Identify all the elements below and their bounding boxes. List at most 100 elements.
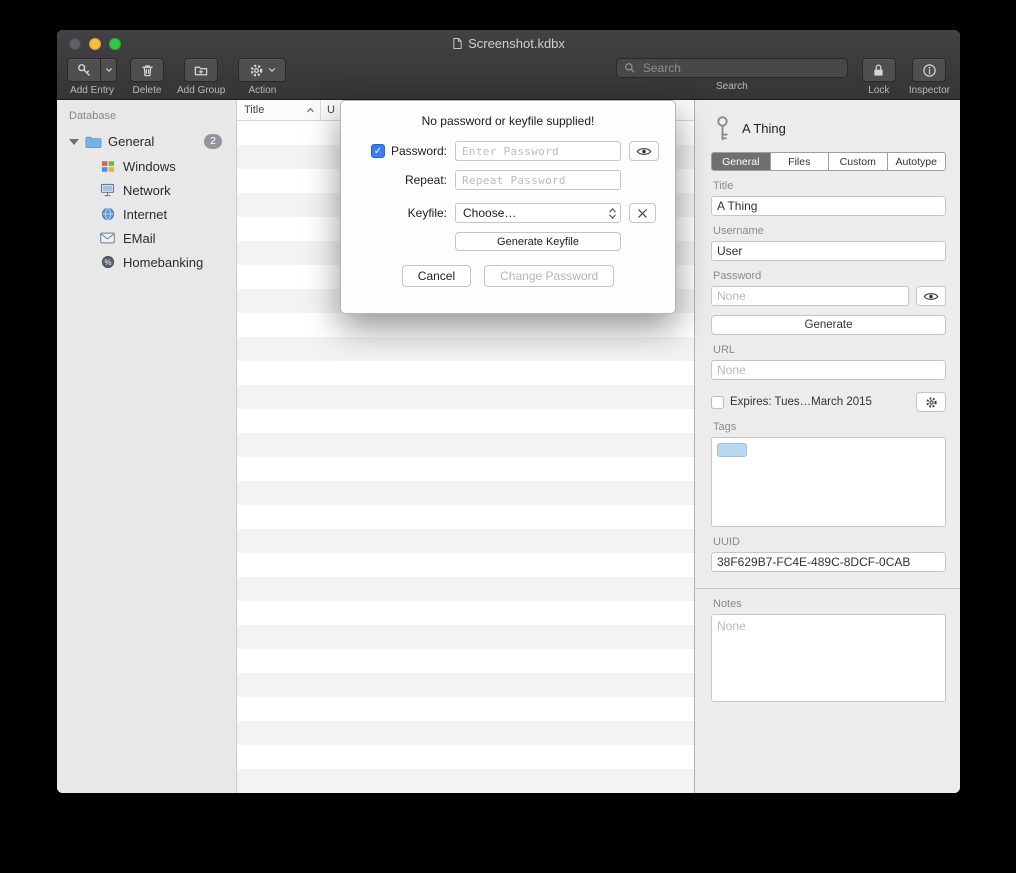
tags-field[interactable] — [711, 437, 946, 527]
windows-icon — [99, 160, 116, 173]
inspector-header: A Thing — [711, 112, 946, 144]
sidebar-item-internet[interactable]: Internet — [57, 202, 236, 226]
content-area: Database General 2 Windows Network — [57, 100, 960, 793]
sort-ascending-icon — [306, 107, 315, 113]
key-icon — [715, 114, 730, 142]
minimize-button[interactable] — [89, 38, 101, 50]
column-username-label: U — [327, 104, 335, 116]
globe-icon — [99, 207, 116, 221]
password-field[interactable] — [711, 286, 909, 306]
inspector-tabs: General Files Custom Autotype — [711, 152, 946, 171]
search-field[interactable] — [616, 58, 848, 78]
window-title: Screenshot.kdbx — [57, 30, 960, 57]
notes-field[interactable] — [711, 614, 946, 702]
key-plus-icon — [68, 59, 101, 81]
cancel-button[interactable]: Cancel — [402, 265, 471, 287]
keyfile-label: Keyfile: — [408, 206, 447, 220]
dialog-message: No password or keyfile supplied! — [341, 114, 675, 128]
change-password-dialog: No password or keyfile supplied! ✓ Passw… — [340, 100, 676, 314]
repeat-row: Repeat: — [341, 170, 675, 190]
inspector-button[interactable] — [912, 58, 946, 82]
popup-chevrons-icon — [609, 207, 616, 220]
search-label: Search — [716, 81, 748, 92]
lock-button[interactable] — [862, 58, 896, 82]
toolbar-action: Action — [238, 58, 286, 96]
password-field-label: Password — [713, 270, 946, 282]
url-field-label: URL — [713, 344, 946, 356]
reveal-password-button[interactable] — [916, 286, 946, 306]
sidebar: Database General 2 Windows Network — [57, 100, 237, 793]
close-button[interactable] — [69, 38, 81, 50]
toolbar-search: Search — [616, 58, 848, 92]
sidebar-item-email[interactable]: EMail — [57, 226, 236, 250]
gear-icon — [925, 396, 938, 409]
title-field[interactable] — [711, 196, 946, 216]
folder-icon — [85, 135, 102, 149]
uuid-field[interactable] — [711, 552, 946, 572]
entry-count-badge: 2 — [204, 134, 222, 149]
title-field-label: Title — [713, 180, 946, 192]
desktop-background: Screenshot.kdbx Add Entry — [0, 0, 1016, 873]
add-entry-button[interactable] — [67, 58, 117, 82]
repeat-label: Repeat: — [405, 173, 447, 187]
repeat-password-input[interactable] — [455, 170, 621, 190]
sidebar-item-windows[interactable]: Windows — [57, 154, 236, 178]
generate-password-button[interactable]: Generate — [711, 315, 946, 335]
sidebar-item-label: Internet — [123, 207, 167, 222]
disclosure-triangle-icon[interactable] — [69, 139, 79, 145]
inspector-label: Inspector — [909, 85, 950, 96]
uuid-label: UUID — [713, 536, 946, 548]
delete-button[interactable] — [130, 58, 164, 82]
username-field-label: Username — [713, 225, 946, 237]
expires-settings-button[interactable] — [916, 392, 946, 412]
sidebar-item-homebanking[interactable]: % Homebanking — [57, 250, 236, 274]
toolbar: Add Entry Delete Add Group — [57, 57, 960, 96]
toolbar-inspector: Inspector — [909, 58, 950, 96]
generate-keyfile-button[interactable]: Generate Keyfile — [455, 232, 621, 251]
add-group-button[interactable] — [184, 58, 218, 82]
tab-autotype[interactable]: Autotype — [888, 153, 946, 170]
sidebar-item-label: Homebanking — [123, 255, 203, 270]
password-input[interactable] — [455, 141, 621, 161]
tab-files[interactable]: Files — [771, 153, 830, 170]
window-chrome: Screenshot.kdbx Add Entry — [57, 30, 960, 100]
chevron-down-icon — [268, 66, 276, 74]
tag-token[interactable] — [717, 443, 747, 457]
expires-checkbox[interactable] — [711, 396, 724, 409]
chevron-down-icon[interactable] — [101, 59, 116, 81]
zoom-button[interactable] — [109, 38, 121, 50]
clear-keyfile-button[interactable] — [629, 203, 656, 223]
tab-general[interactable]: General — [712, 153, 771, 170]
lock-label: Lock — [868, 85, 889, 96]
mail-icon — [99, 232, 116, 244]
svg-text:%: % — [104, 258, 111, 267]
toolbar-add-group: Add Group — [177, 58, 225, 96]
password-checkbox[interactable]: ✓ — [371, 144, 385, 158]
sidebar-item-label: EMail — [123, 231, 156, 246]
lock-icon — [872, 63, 885, 78]
section-divider — [695, 588, 960, 589]
sidebar-item-label: Windows — [123, 159, 176, 174]
bank-percent-icon: % — [99, 255, 116, 269]
username-field[interactable] — [711, 241, 946, 261]
url-field[interactable] — [711, 360, 946, 380]
traffic-lights — [69, 38, 121, 50]
info-icon — [922, 63, 937, 78]
window-title-text: Screenshot.kdbx — [468, 36, 565, 51]
eye-icon — [636, 146, 652, 157]
column-header-title[interactable]: Title — [237, 100, 321, 120]
action-button[interactable] — [238, 58, 286, 82]
sidebar-group-general[interactable]: General 2 — [57, 129, 236, 154]
keyfile-row: Keyfile: Choose… — [341, 203, 675, 223]
tab-custom[interactable]: Custom — [829, 153, 888, 170]
sidebar-item-network[interactable]: Network — [57, 178, 236, 202]
inspector-panel: A Thing General Files Custom Autotype Ti… — [695, 100, 960, 793]
keyfile-popup[interactable]: Choose… — [455, 203, 621, 223]
change-password-button[interactable]: Change Password — [484, 265, 614, 287]
toolbar-delete: Delete — [130, 58, 164, 96]
search-input[interactable] — [641, 60, 840, 76]
password-label: Password: — [391, 144, 447, 158]
reveal-password-button[interactable] — [629, 141, 659, 161]
add-entry-label: Add Entry — [70, 85, 114, 96]
toolbar-add-entry: Add Entry — [67, 58, 117, 96]
